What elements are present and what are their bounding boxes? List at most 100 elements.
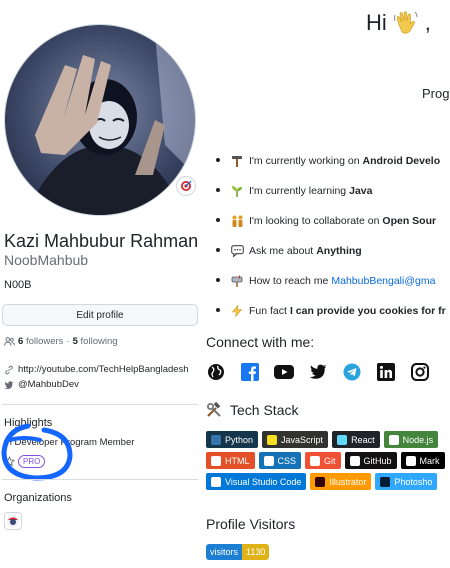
tech-stack-heading: Tech Stack [206,402,298,418]
lightning-icon [230,304,244,318]
sprout-icon [230,184,244,198]
instagram-icon[interactable] [410,362,430,382]
linkedin-icon[interactable] [376,362,396,382]
about-item-collaborate: I'm looking to collaborate on Open Sour [216,206,446,236]
badge-row: HTML CSS Git GitHub Mark [206,452,445,469]
python-icon [211,434,221,445]
git-icon [310,455,321,466]
sidebar-divider [2,479,198,480]
mailbox-icon [230,274,244,288]
nodejs-icon [388,434,399,445]
illustrator-icon [315,476,326,487]
following-label: following [80,336,118,347]
about-value: Anything [316,245,362,257]
organizations-title: Organizations [4,492,72,504]
about-item-fun-fact: Fun fact I can provide you cookies for fr [216,296,446,326]
html5-icon [211,455,221,466]
badge-javascript[interactable]: JavaScript [262,431,329,448]
waving-hand-icon [393,11,418,34]
globe-icon[interactable] [206,362,226,382]
visitors-label: visitors [206,544,243,560]
badge-label: Visual Studio Code [225,476,302,487]
people-icon [4,337,15,346]
telegram-icon[interactable] [342,362,362,382]
stats-separator: · [66,336,70,347]
badge-nodejs[interactable]: Node.js [383,431,439,448]
link-icon [5,365,13,374]
profile-readme: Hi , Prog I'm currently working on Androi… [206,0,450,568]
badge-illustrator[interactable]: Illustrator [310,473,372,490]
social-links [206,362,430,382]
javascript-icon [267,434,278,445]
hammer-wrench-icon [207,402,221,417]
badge-label: JavaScript [281,434,324,445]
badge-row: Python JavaScript React Node.js [206,431,445,448]
target-icon [181,180,192,191]
speech-bubble-icon [230,244,244,258]
website-row: http://youtube.com/TechHelpBangladesh [4,364,189,375]
email-link[interactable]: MahbubBengali@gma [331,275,435,287]
sidebar-divider [2,404,198,405]
follow-stats: 6 followers · 5 following [4,336,118,347]
badge-photoshop[interactable]: Photosho [375,473,438,490]
profile-bio: N00B [4,279,32,291]
readme-subtitle: Prog [422,86,450,101]
badge-label: CSS [277,455,297,466]
badge-label: Python [225,434,254,445]
following-link[interactable]: 5 following [73,336,118,347]
profile-visitors-title: Profile Visitors [206,516,296,532]
badge-github[interactable]: GitHub [344,452,397,469]
visitors-badge: visitors 1130 [206,544,270,560]
profile-sidebar: Kazi Mahbubur Rahman NoobMahbub N00B Edi… [0,0,200,568]
connect-title: Connect with me: [206,334,315,350]
edit-profile-button[interactable]: Edit profile [2,304,198,326]
about-text: How to reach me [249,275,329,287]
twitter-icon[interactable] [308,362,328,382]
badge-label: HTML [225,455,250,466]
status-emoji-button[interactable] [176,176,196,196]
readme-greeting: Hi , [366,10,431,36]
about-value: Android Develo [362,155,441,167]
profile-avatar[interactable] [4,24,196,216]
about-list: I'm currently working on Android Develo I… [216,146,446,326]
badge-label: Mark [419,455,440,466]
badge-html[interactable]: HTML [206,452,255,469]
react-icon [337,434,348,445]
badge-git[interactable]: Git [305,452,341,469]
css3-icon [263,455,274,466]
youtube-icon[interactable] [274,362,294,382]
profile-full-name: Kazi Mahbubur Rahman [4,231,199,251]
twitter-row: @MahbubDev [4,379,79,390]
organization-avatar[interactable] [4,512,22,530]
badge-label: React [351,434,375,445]
avatar-image [5,25,195,215]
tech-stack-title: Tech Stack [230,402,299,418]
markdown-icon [405,455,416,466]
tech-stack-badges: Python JavaScript React Node.js HTML CSS… [206,431,445,494]
twitter-handle-link[interactable]: @MahbubDev [18,379,79,390]
website-link[interactable]: http://youtube.com/TechHelpBangladesh [18,364,189,375]
badge-label: Node.js [402,434,434,445]
about-item-learning: I'm currently learning Java [216,176,446,206]
about-text: Fun fact [249,305,287,317]
badge-label: Git [324,455,336,466]
badge-python[interactable]: Python [206,431,259,448]
about-text: I'm currently learning [249,185,347,197]
followers-count: 6 [18,336,24,347]
about-text: I'm currently working on [249,155,360,167]
people-holding-hands-icon [230,214,244,228]
badge-label: Illustrator [329,476,367,487]
greeting-text: Hi [366,10,387,35]
badge-label: GitHub [363,455,392,466]
about-text: I'm looking to collaborate on [249,215,380,227]
followers-link[interactable]: 6 followers [18,336,63,347]
blue-scribble-annotation [1,423,73,481]
vscode-icon [211,476,221,487]
badge-css[interactable]: CSS [258,452,302,469]
badge-react[interactable]: React [332,431,380,448]
badge-markdown[interactable]: Mark [400,452,445,469]
badge-label: Photosho [394,476,433,487]
facebook-icon[interactable] [240,362,260,382]
following-count: 5 [72,336,78,347]
badge-vscode[interactable]: Visual Studio Code [206,473,307,490]
